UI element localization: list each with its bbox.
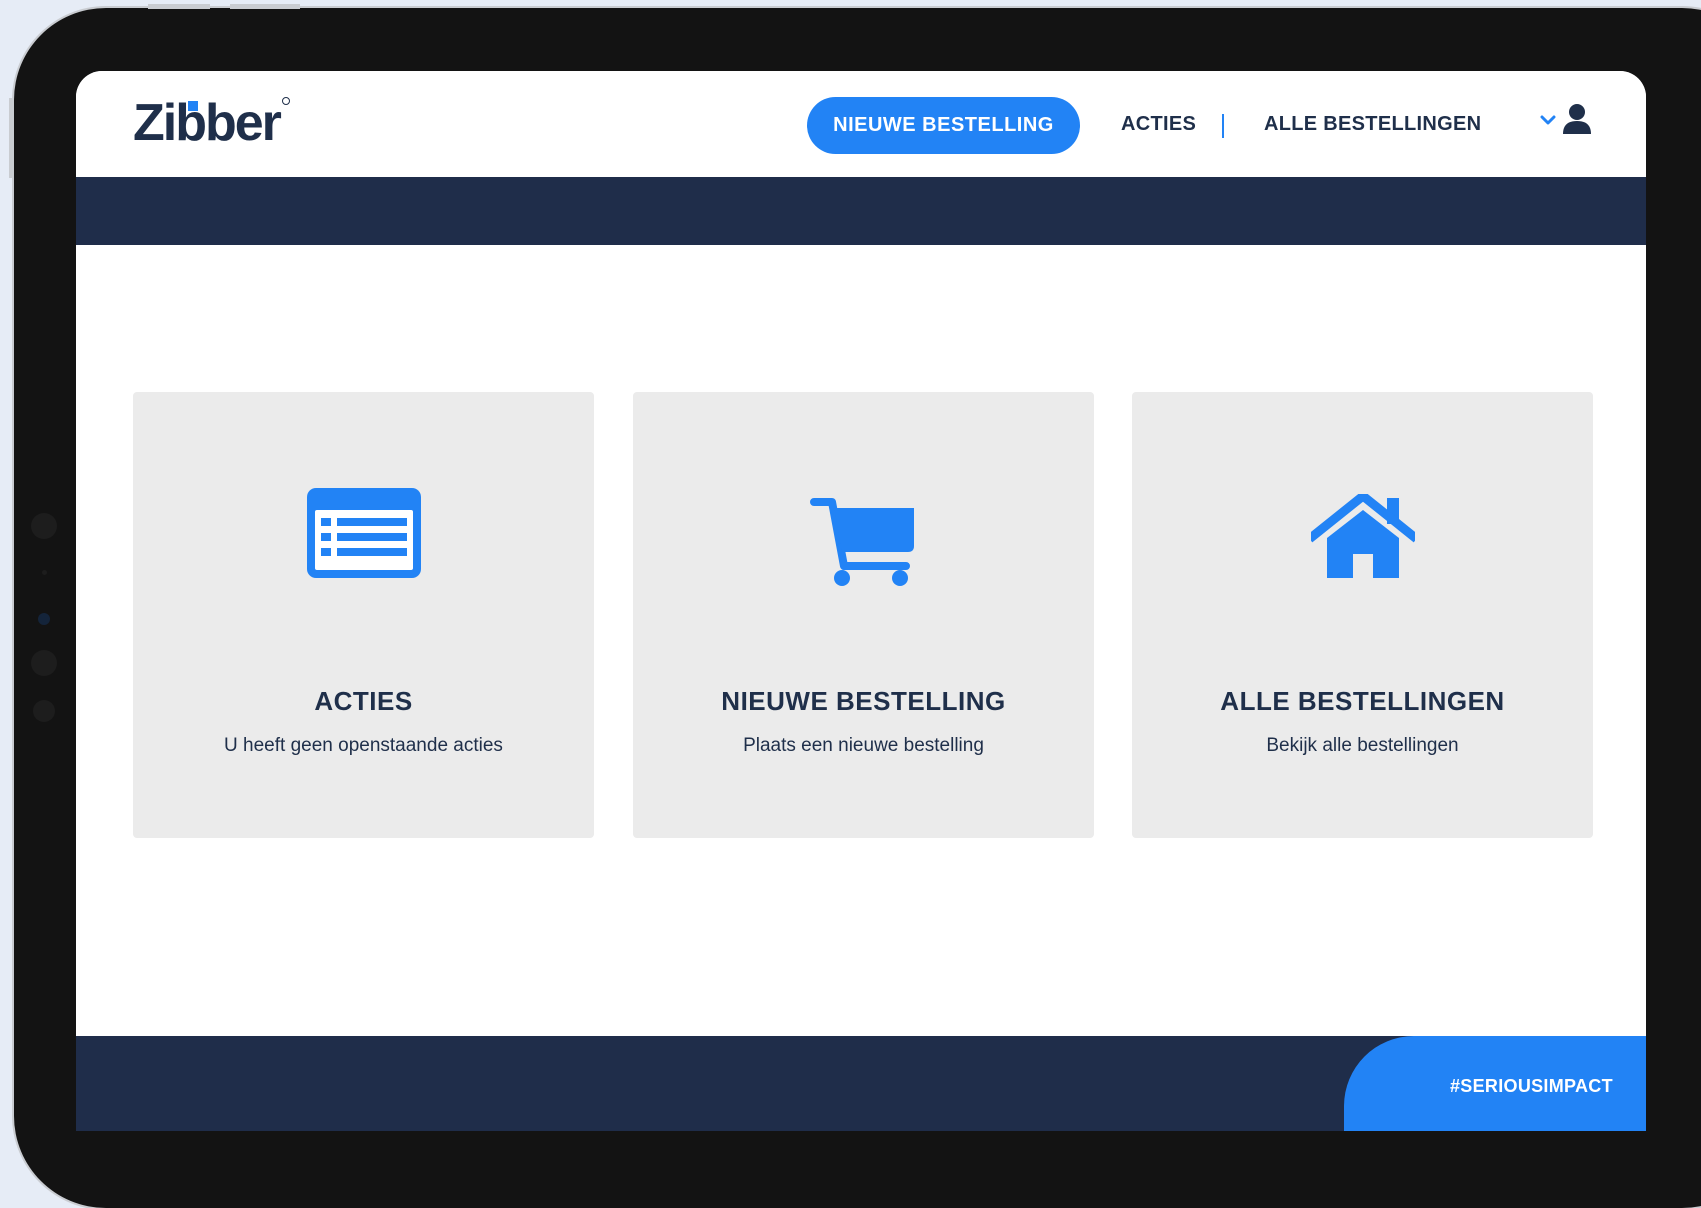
- card-alle-bestellingen[interactable]: ALLE BESTELLINGEN Bekijk alle bestelling…: [1132, 392, 1593, 838]
- cart-icon: [809, 498, 914, 586]
- app-screen: Zibber NIEUWE BESTELLING ACTIES ALLE BES…: [76, 71, 1646, 1131]
- list-icon: [306, 488, 421, 578]
- registered-mark-icon: [281, 97, 290, 105]
- tablet-sensor: [31, 650, 57, 676]
- user-icon: [1563, 104, 1591, 134]
- card-title: NIEUWE BESTELLING: [721, 686, 1006, 716]
- top-navigation: Zibber NIEUWE BESTELLING ACTIES ALLE BES…: [76, 71, 1646, 177]
- logo-accent-dot: [188, 101, 198, 111]
- nav-separator: [1222, 114, 1224, 138]
- tablet-side-button: [9, 98, 14, 178]
- tablet-sensor: [42, 570, 47, 575]
- card-subtitle: Plaats een nieuwe bestelling: [743, 735, 984, 756]
- user-menu[interactable]: [1540, 103, 1600, 143]
- tablet-power-button: [230, 4, 300, 9]
- home-icon: [1310, 494, 1415, 578]
- dashboard-cards: ACTIES U heeft geen openstaande acties N…: [133, 392, 1593, 838]
- card-title: ALLE BESTELLINGEN: [1220, 686, 1505, 716]
- tablet-volume-button: [148, 4, 210, 9]
- chevron-down-icon: [1540, 115, 1556, 125]
- card-acties[interactable]: ACTIES U heeft geen openstaande acties: [133, 392, 594, 838]
- card-title: ACTIES: [314, 686, 413, 716]
- nav-link-alle-bestellingen[interactable]: ALLE BESTELLINGEN: [1264, 113, 1481, 136]
- card-subtitle: U heeft geen openstaande acties: [224, 735, 503, 756]
- card-nieuwe-bestelling[interactable]: NIEUWE BESTELLING Plaats een nieuwe best…: [633, 392, 1094, 838]
- hero-banner: [76, 177, 1646, 245]
- zibber-logo[interactable]: Zibber: [133, 93, 290, 153]
- nav-link-acties[interactable]: ACTIES: [1121, 113, 1196, 136]
- logo-text: Zibber: [133, 94, 282, 152]
- new-order-button[interactable]: NIEUWE BESTELLING: [807, 97, 1080, 154]
- tablet-sensor: [33, 700, 55, 722]
- footer-hashtag: #SERIOUSIMPACT: [1450, 1076, 1613, 1096]
- card-subtitle: Bekijk alle bestellingen: [1266, 735, 1459, 756]
- tablet-camera: [38, 613, 50, 625]
- tablet-sensor: [31, 513, 57, 539]
